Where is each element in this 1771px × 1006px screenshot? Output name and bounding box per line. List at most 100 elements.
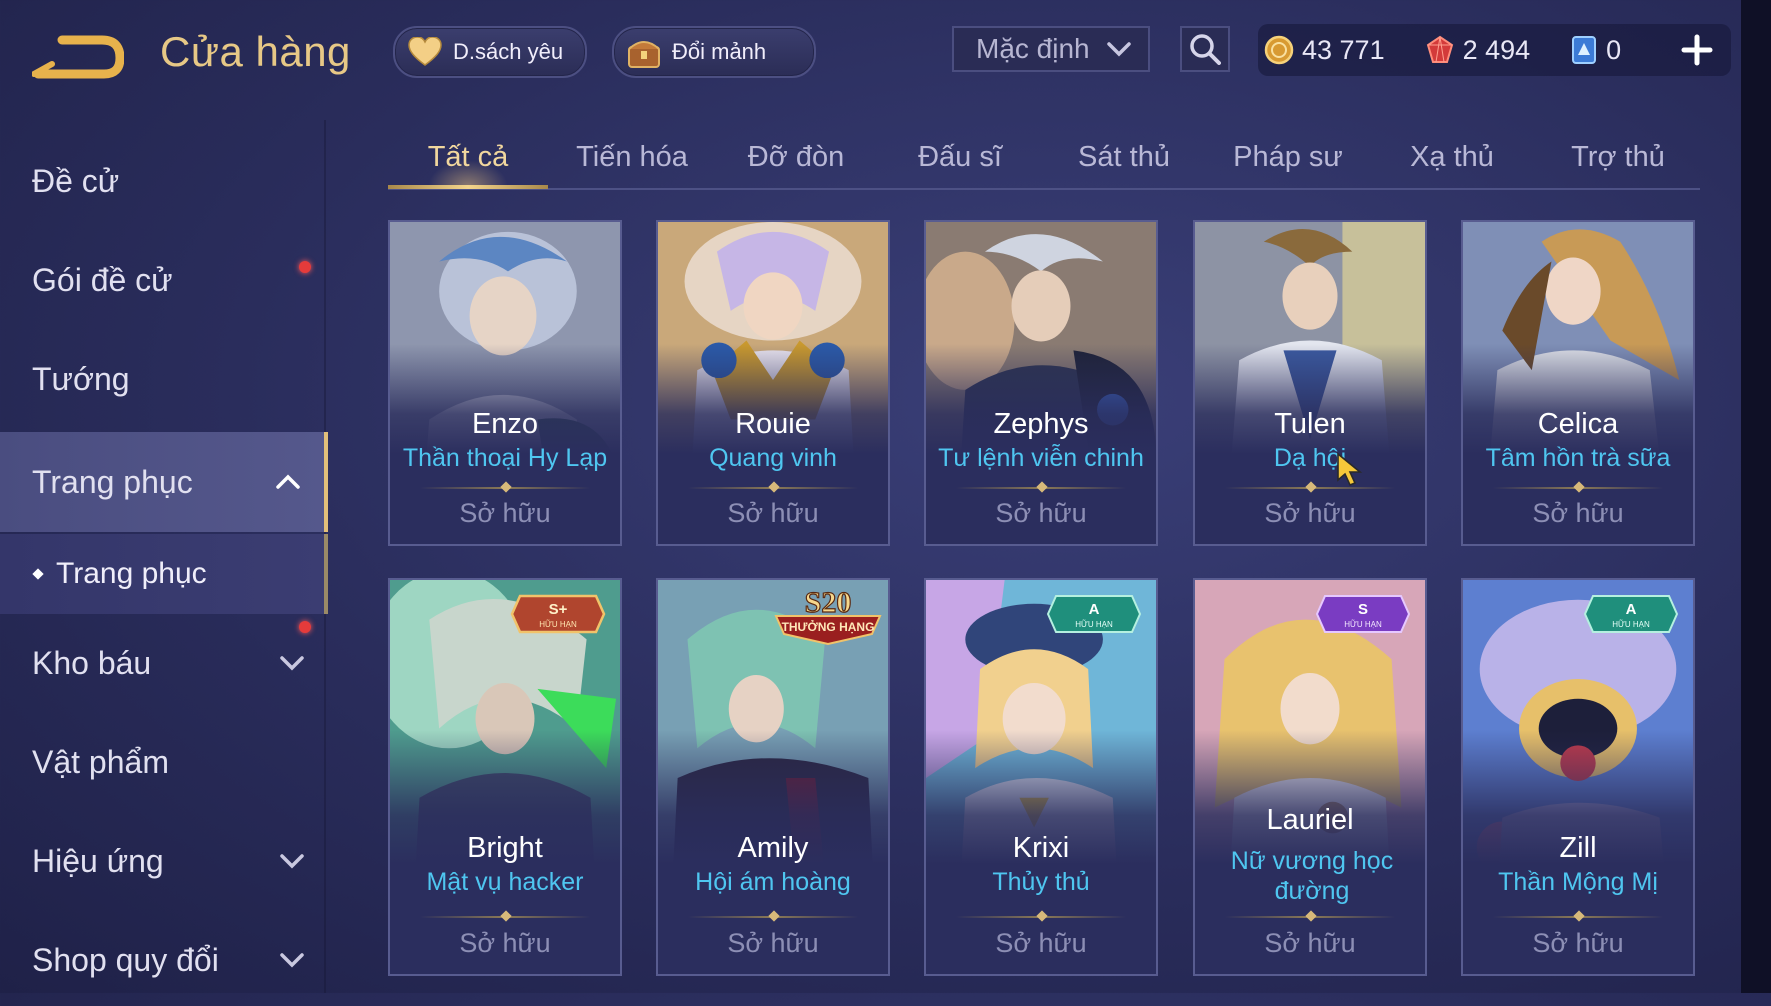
tab-evolution[interactable]: Tiến hóa [552, 128, 712, 186]
badge-note: HỮU HẠN [1075, 620, 1113, 629]
badge-note: THƯỞNG HẠNG [782, 619, 875, 634]
hero-name: Celica [1537, 408, 1619, 440]
skin-name: Thần Mộng Mị [1498, 868, 1658, 896]
tab-mage[interactable]: Pháp sư [1208, 128, 1368, 186]
hero-name: Bright [467, 832, 543, 864]
currency-bar: 43 771 2 494 0 [1258, 24, 1731, 76]
skin-name: Thần thoại Hy Lạp [402, 444, 608, 472]
hero-name: Enzo [471, 408, 539, 440]
favorites-button[interactable]: D.sách yêu [393, 26, 587, 78]
tab-label: Đỡ đòn [747, 140, 845, 173]
badge-note: HỮU HẠN [1344, 620, 1382, 629]
voucher-amount: 2 494 [1462, 34, 1531, 65]
owned-status: Sở hữu [1532, 498, 1624, 528]
sidebar-item-items[interactable]: Vật phẩm [0, 716, 328, 808]
tab-label: Sát thủ [1078, 140, 1170, 173]
skin-name: Tư lệnh viễn chinh [938, 444, 1144, 472]
tab-support[interactable]: Trợ thủ [1536, 128, 1700, 186]
sidebar-item-recommended[interactable]: Đề cử [0, 135, 328, 227]
sidebar-item-heroes[interactable]: Tướng [0, 333, 328, 425]
tab-label: Trợ thủ [1571, 140, 1665, 173]
sidebar: Đề cử Gói đề cử Tướng Trang phục Trang p… [0, 120, 328, 993]
sort-value: Mặc định [976, 33, 1090, 64]
hero-name: Krixi [1012, 832, 1070, 864]
skin-name: Thủy thủ [992, 868, 1090, 896]
skin-name: Dạ hội [1273, 444, 1347, 472]
skin-name: Quang vinh [709, 444, 837, 472]
search-icon [1190, 34, 1221, 65]
owned-status: Sở hữu [1532, 928, 1624, 958]
search-button[interactable] [1180, 26, 1230, 72]
chevron-down-icon [1107, 42, 1131, 57]
voucher-gem-icon [1426, 35, 1453, 63]
sidebar-item-label: Kho báu [32, 644, 152, 681]
tab-fighter[interactable]: Đấu sĩ [880, 128, 1040, 186]
chevron-down-icon [280, 854, 304, 869]
skin-name: Tâm hồn trà sữa [1485, 444, 1671, 472]
tab-tank[interactable]: Đỡ đòn [716, 128, 876, 186]
skin-card-krixi[interactable]: A HỮU HẠN Krixi Thủy thủ Sở hữu [924, 578, 1158, 976]
sort-dropdown[interactable]: Mặc định [952, 26, 1150, 72]
rank-reward-badge-icon: S20 THƯỞNG HẠNG [774, 585, 882, 646]
hero-name: Zill [1559, 832, 1597, 864]
sidebar-item-exchange-shop[interactable]: Shop quy đổi [0, 914, 328, 1006]
page-title: Cửa hàng [160, 28, 351, 75]
owned-status: Sở hữu [995, 498, 1087, 528]
skin-card-celica[interactable]: Celica Tâm hồn trà sữa Sở hữu [1461, 220, 1695, 546]
skin-card-zephys[interactable]: Zephys Tư lệnh viễn chinh Sở hữu [924, 220, 1158, 546]
sidebar-item-recommended-packs[interactable]: Gói đề cử [0, 234, 328, 326]
skin-card-lauriel[interactable]: S HỮU HẠN Lauriel Nữ vương học đường Sở … [1193, 578, 1427, 976]
swap-fragments-button[interactable]: Đổi mảnh [612, 26, 816, 78]
skin-name: Hội ám hoàng [695, 868, 851, 896]
tab-marksman[interactable]: Xạ thủ [1372, 128, 1532, 186]
sidebar-item-label: Trang phục [32, 463, 193, 500]
skin-card-zill[interactable]: A HỮU HẠN Zill Thần Mộng Mị Sở hữu [1461, 578, 1695, 976]
chevron-up-icon [276, 474, 300, 489]
voucher-balance: 2 494 [1425, 34, 1531, 66]
tab-assassin[interactable]: Sát thủ [1044, 128, 1204, 186]
sidebar-item-label: Hiệu ứng [32, 842, 164, 879]
sidebar-item-effects[interactable]: Hiệu ứng [0, 815, 328, 907]
tab-label: Đấu sĩ [918, 140, 1002, 173]
favorites-label: D.sách yêu [453, 39, 564, 64]
category-tabs: Tất cả Tiến hóa Đỡ đòn Đấu sĩ Sát thủ Ph… [388, 128, 1700, 190]
chevron-down-icon [280, 953, 304, 968]
notification-dot [299, 621, 311, 633]
sidebar-item-skins[interactable]: Trang phục [0, 432, 328, 532]
tab-all[interactable]: Tất cả [388, 128, 548, 189]
hero-name: Tulen [1274, 408, 1346, 440]
owned-status: Sở hữu [1264, 498, 1356, 528]
skin-card-enzo[interactable]: Enzo Thần thoại Hy Lạp Sở hữu [388, 220, 622, 546]
bullet-diamond-icon [32, 568, 44, 580]
tier-badge-icon: A HỮU HẠN [1046, 595, 1142, 633]
skin-card-tulen[interactable]: Tulen Dạ hội Sở hữu [1193, 220, 1427, 546]
owned-status: Sở hữu [459, 928, 551, 958]
badge-tier: S20 [805, 586, 852, 619]
owned-status: Sở hữu [995, 928, 1087, 958]
heart-icon [407, 34, 443, 70]
gem-amount: 0 [1606, 34, 1622, 65]
gem-balance: 0 [1570, 35, 1621, 66]
skin-card-bright[interactable]: S+ HỮU HẠN Bright Mật vụ hacker Sở hữu [388, 578, 622, 976]
tab-label: Xạ thủ [1410, 140, 1494, 173]
sidebar-item-treasure[interactable]: Kho báu [0, 617, 328, 709]
skin-card-rouie[interactable]: Rouie Quang vinh Sở hữu [656, 220, 890, 546]
gold-amount: 43 771 [1302, 34, 1385, 65]
sidebar-subitem-skins[interactable]: Trang phục [0, 534, 328, 614]
sidebar-item-label: Vật phẩm [32, 743, 169, 780]
tab-active-underline [388, 185, 548, 189]
back-icon[interactable] [32, 30, 124, 80]
plus-icon[interactable] [1679, 32, 1715, 68]
owned-status: Sở hữu [459, 498, 551, 528]
notification-dot [299, 261, 311, 273]
tier-badge-icon: S HỮU HẠN [1315, 595, 1411, 633]
tier-badge-icon: A HỮU HẠN [1583, 595, 1679, 633]
chest-icon [626, 34, 662, 70]
right-edge-strip [1741, 0, 1771, 993]
sidebar-item-label: Tướng [32, 360, 130, 397]
badge-tier: S [1358, 601, 1368, 618]
tab-label: Tiến hóa [576, 140, 688, 173]
badge-note: HỮU HẠN [539, 620, 577, 629]
gold-balance: 43 771 [1264, 35, 1385, 66]
skin-card-amily[interactable]: S20 THƯỞNG HẠNG Amily Hội ám hoàng Sở hữ… [656, 578, 890, 976]
